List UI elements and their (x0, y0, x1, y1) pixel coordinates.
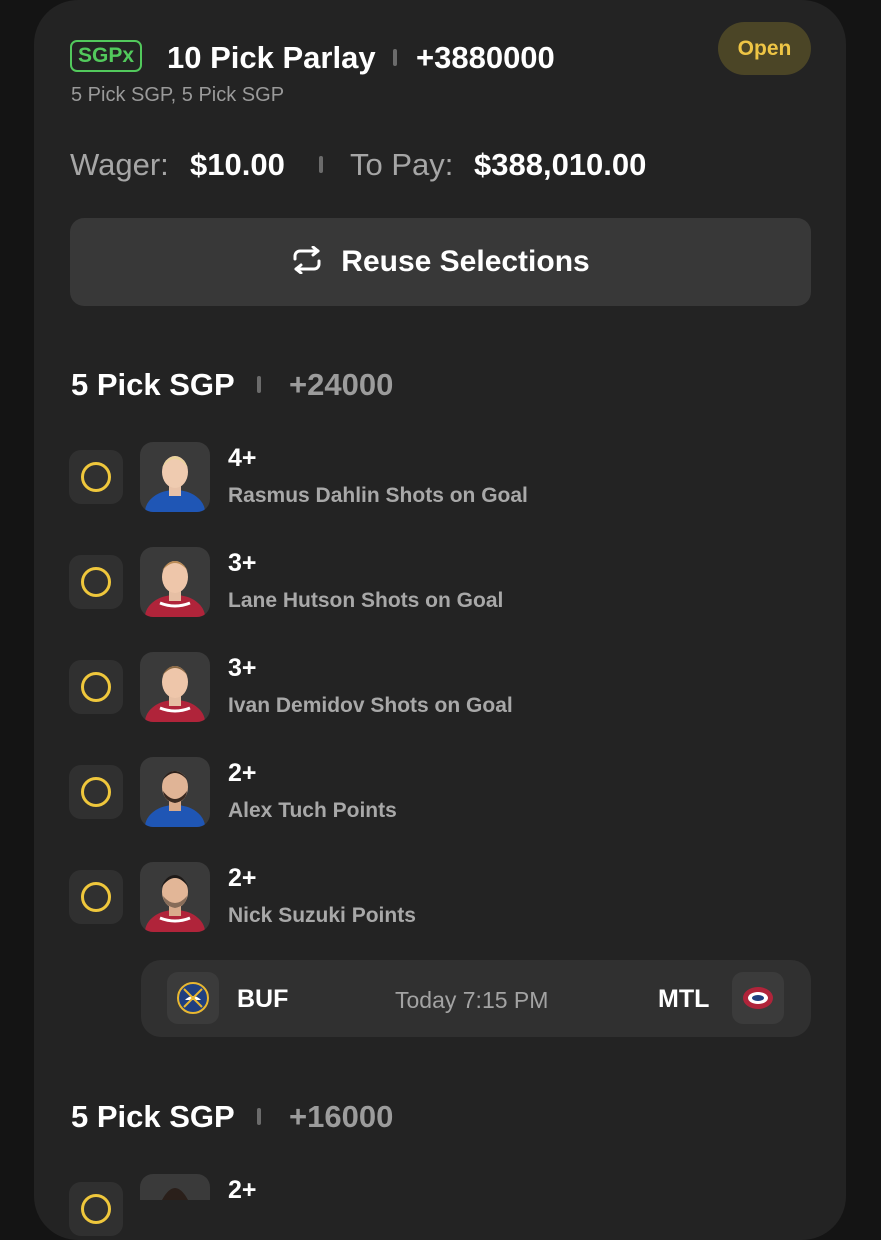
leg-description: Ivan Demidov Shots on Goal (228, 694, 513, 717)
parlay-title: 10 Pick Parlay (167, 40, 376, 75)
player-avatar (140, 757, 210, 827)
pending-ring-icon (81, 777, 111, 807)
wager-value: $10.00 (190, 147, 285, 182)
section-odds: +24000 (289, 367, 394, 402)
canadiens-logo-icon (732, 972, 784, 1024)
reuse-selections-button[interactable]: Reuse Selections (70, 218, 811, 306)
leg-status-checkbox[interactable] (69, 1182, 123, 1236)
leg-line: 4+ (228, 444, 257, 472)
leg-status-checkbox[interactable] (69, 765, 123, 819)
leg-description: Rasmus Dahlin Shots on Goal (228, 484, 528, 507)
leg-description: Nick Suzuki Points (228, 904, 416, 927)
leg-description: Lane Hutson Shots on Goal (228, 589, 504, 612)
leg-status-checkbox[interactable] (69, 870, 123, 924)
pending-ring-icon (81, 882, 111, 912)
parlay-odds: +3880000 (416, 40, 555, 75)
wager-label: Wager: (70, 147, 169, 182)
home-team: MTL (658, 985, 710, 1013)
divider (257, 376, 261, 393)
leg-status-checkbox[interactable] (69, 555, 123, 609)
player-avatar (140, 1174, 210, 1200)
game-info[interactable]: BUF Today 7:15 PM MTL (141, 960, 811, 1037)
bet-card (34, 0, 846, 1240)
pending-ring-icon (81, 567, 111, 597)
leg-status-checkbox[interactable] (69, 660, 123, 714)
repeat-icon (291, 245, 323, 279)
leg-status-checkbox[interactable] (69, 450, 123, 504)
pending-ring-icon (81, 1194, 111, 1224)
status-badge: Open (718, 22, 811, 75)
leg-line: 3+ (228, 549, 257, 577)
to-pay-value: $388,010.00 (474, 147, 647, 182)
section-title: 5 Pick SGP (71, 367, 235, 402)
sabres-logo-icon (167, 972, 219, 1024)
away-team: BUF (237, 985, 289, 1013)
pending-ring-icon (81, 462, 111, 492)
pending-ring-icon (81, 672, 111, 702)
parlay-subtitle: 5 Pick SGP, 5 Pick SGP (71, 84, 285, 106)
leg-line: 2+ (228, 864, 257, 892)
divider (257, 1108, 261, 1125)
leg-description: Alex Tuch Points (228, 799, 397, 822)
reuse-selections-label: Reuse Selections (341, 245, 590, 278)
section-odds: +16000 (289, 1099, 394, 1134)
leg-line: 3+ (228, 654, 257, 682)
section-title: 5 Pick SGP (71, 1099, 235, 1134)
leg-line: 2+ (228, 759, 257, 787)
divider (393, 49, 397, 66)
sgpx-badge: SGPx (70, 40, 142, 72)
player-avatar (140, 862, 210, 932)
leg-line: 2+ (228, 1176, 257, 1204)
player-avatar (140, 442, 210, 512)
game-time: Today 7:15 PM (395, 987, 549, 1013)
to-pay-label: To Pay: (350, 147, 454, 182)
player-avatar (140, 547, 210, 617)
divider (319, 156, 323, 173)
player-avatar (140, 652, 210, 722)
